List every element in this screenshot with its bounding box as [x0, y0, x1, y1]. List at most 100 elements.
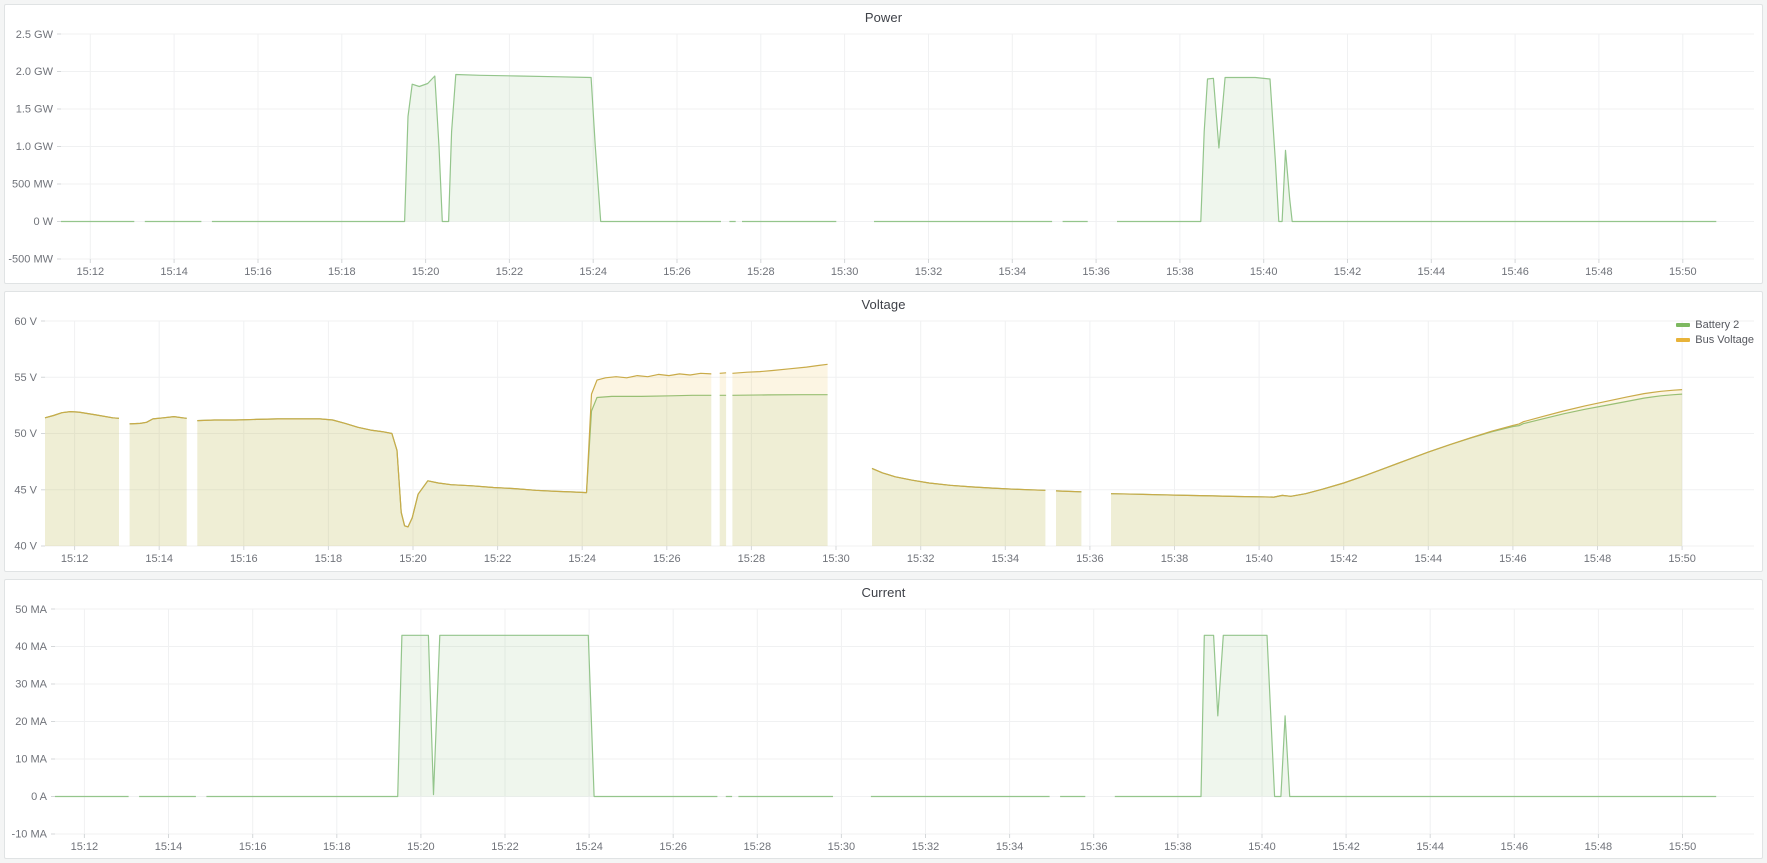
legend-item-battery-2[interactable]: Battery 2 [1676, 319, 1754, 331]
series-power-line [61, 75, 1716, 222]
y-tick-label: 30 MA [15, 678, 47, 690]
y-tick-label: 20 MA [15, 716, 47, 728]
y-tick-label: 50 V [14, 429, 37, 441]
legend-label-bus-voltage: Bus Voltage [1695, 334, 1754, 346]
x-tick-label: 15:40 [1248, 841, 1276, 853]
x-tick-label: 15:12 [61, 553, 89, 565]
x-tick-label: 15:44 [1416, 841, 1444, 853]
y-tick-label: 50 MA [15, 605, 47, 616]
y-tick-label: 45 V [14, 485, 37, 497]
legend-item-bus-voltage[interactable]: Bus Voltage [1676, 334, 1754, 346]
x-tick-label: 15:48 [1585, 841, 1613, 853]
x-tick-label: 15:34 [999, 266, 1027, 278]
x-tick-label: 15:42 [1330, 553, 1358, 565]
x-tick-label: 15:14 [160, 266, 188, 278]
panel-title-voltage[interactable]: Voltage [5, 292, 1762, 317]
x-tick-label: 15:48 [1585, 266, 1613, 278]
legend-label-battery-2: Battery 2 [1695, 319, 1739, 331]
y-tick-label: 0 W [33, 216, 53, 228]
x-tick-label: 15:20 [412, 266, 440, 278]
legend: Battery 2 Bus Voltage [1676, 319, 1754, 346]
panel-voltage: Voltage Battery 2 Bus Voltage 60 V 55 V 50… [4, 291, 1763, 571]
x-tick-label: 15:46 [1501, 266, 1529, 278]
y-tick-label: 60 V [14, 317, 37, 328]
x-tick-label: 15:44 [1418, 266, 1446, 278]
x-tick-label: 15:16 [244, 266, 272, 278]
x-tick-label: 15:18 [323, 841, 351, 853]
x-tick-label: 15:26 [659, 841, 687, 853]
x-tick-label: 15:36 [1082, 266, 1110, 278]
x-tick-label: 15:40 [1245, 553, 1273, 565]
x-tick-label: 15:28 [738, 553, 766, 565]
x-tick-label: 15:50 [1669, 841, 1697, 853]
x-tick-label: 15:38 [1161, 553, 1189, 565]
x-tick-label: 15:14 [145, 553, 173, 565]
x-tick-label: 15:34 [996, 841, 1024, 853]
x-tick-label: 15:30 [822, 553, 850, 565]
x-tick-label: 15:30 [831, 266, 859, 278]
x-tick-label: 15:40 [1250, 266, 1278, 278]
y-tick-label: -500 MW [8, 254, 53, 266]
x-tick-label: 15:24 [568, 553, 596, 565]
series-busvoltage-area [45, 365, 1682, 547]
grafana-dashboard: Power 2.5 GW2.0 GW1.5 GW1.0 GW500 MW0 W-… [0, 0, 1767, 863]
x-tick-label: 15:16 [230, 553, 258, 565]
x-tick-label: 15:28 [747, 266, 775, 278]
legend-swatch-battery-2 [1676, 323, 1690, 327]
y-tick-label: 2.0 GW [16, 66, 54, 78]
y-tick-label: 55 V [14, 372, 37, 384]
x-tick-label: 15:20 [407, 841, 435, 853]
chart-svg: 50 MA 40 MA 30 MA 20 MA 10 MA 0 A -10 MA 15:12 1… [5, 605, 1762, 858]
y-tick-label: 40 MA [15, 641, 47, 653]
x-tick-label: 15:26 [653, 553, 681, 565]
y-tick-label: 40 V [14, 541, 37, 553]
x-tick-label: 15:18 [328, 266, 356, 278]
x-tick-label: 15:48 [1584, 553, 1612, 565]
x-tick-label: 15:32 [907, 553, 935, 565]
x-tick-label: 15:38 [1164, 841, 1192, 853]
x-tick-label: 15:28 [744, 841, 772, 853]
x-tick-label: 15:42 [1334, 266, 1362, 278]
x-tick-label: 15:30 [828, 841, 856, 853]
x-tick-label: 15:36 [1080, 841, 1108, 853]
panel-power: Power 2.5 GW2.0 GW1.5 GW1.0 GW500 MW0 W-… [4, 4, 1763, 284]
y-tick-label: 1.0 GW [16, 141, 54, 153]
x-tick-label: 15:20 [399, 553, 427, 565]
x-tick-label: 15:22 [496, 266, 524, 278]
panel-title-power[interactable]: Power [5, 5, 1762, 30]
x-tick-label: 15:42 [1332, 841, 1360, 853]
x-tick-label: 15:24 [579, 266, 607, 278]
chart-current[interactable]: 50 MA 40 MA 30 MA 20 MA 10 MA 0 A -10 MA 15:12 1… [5, 605, 1762, 858]
x-tick-label: 15:36 [1076, 553, 1104, 565]
x-tick-label: 15:32 [912, 841, 940, 853]
legend-swatch-bus-voltage [1676, 338, 1690, 342]
y-tick-label: 0 A [31, 791, 48, 803]
series-current-line [55, 635, 1716, 796]
x-tick-label: 15:46 [1499, 553, 1527, 565]
chart-svg: 60 V 55 V 50 V 45 V 40 V 15:12 15:14 15:16 15:18… [5, 317, 1762, 570]
x-tick-label: 15:18 [315, 553, 343, 565]
x-tick-label: 15:50 [1669, 266, 1697, 278]
x-tick-label: 15:44 [1415, 553, 1443, 565]
x-tick-label: 15:26 [663, 266, 691, 278]
x-tick-label: 15:34 [992, 553, 1020, 565]
y-tick-label: 1.5 GW [16, 104, 54, 116]
x-tick-label: 15:24 [575, 841, 603, 853]
x-tick-label: 15:46 [1501, 841, 1529, 853]
x-tick-label: 15:14 [155, 841, 183, 853]
chart-power[interactable]: 2.5 GW2.0 GW1.5 GW1.0 GW500 MW0 W-500 MW… [5, 30, 1762, 283]
series-power-area [61, 75, 1716, 222]
chart-svg: 2.5 GW2.0 GW1.5 GW1.0 GW500 MW0 W-500 MW… [5, 30, 1762, 283]
series-current-area [55, 635, 1716, 796]
chart-voltage[interactable]: Battery 2 Bus Voltage 60 V 55 V 50 V 45 V 40… [5, 317, 1762, 570]
x-tick-label: 15:22 [491, 841, 519, 853]
x-tick-label: 15:38 [1166, 266, 1194, 278]
y-tick-label: 500 MW [12, 179, 54, 191]
y-tick-label: 10 MA [15, 753, 47, 765]
x-tick-label: 15:16 [239, 841, 267, 853]
y-tick-label: -10 MA [12, 828, 48, 840]
panel-title-current[interactable]: Current [5, 580, 1762, 605]
x-tick-label: 15:12 [71, 841, 99, 853]
panel-current: Current 50 MA 40 MA 30 MA 20 MA 10 MA 0 A -10 … [4, 579, 1763, 859]
x-tick-label: 15:50 [1668, 553, 1696, 565]
